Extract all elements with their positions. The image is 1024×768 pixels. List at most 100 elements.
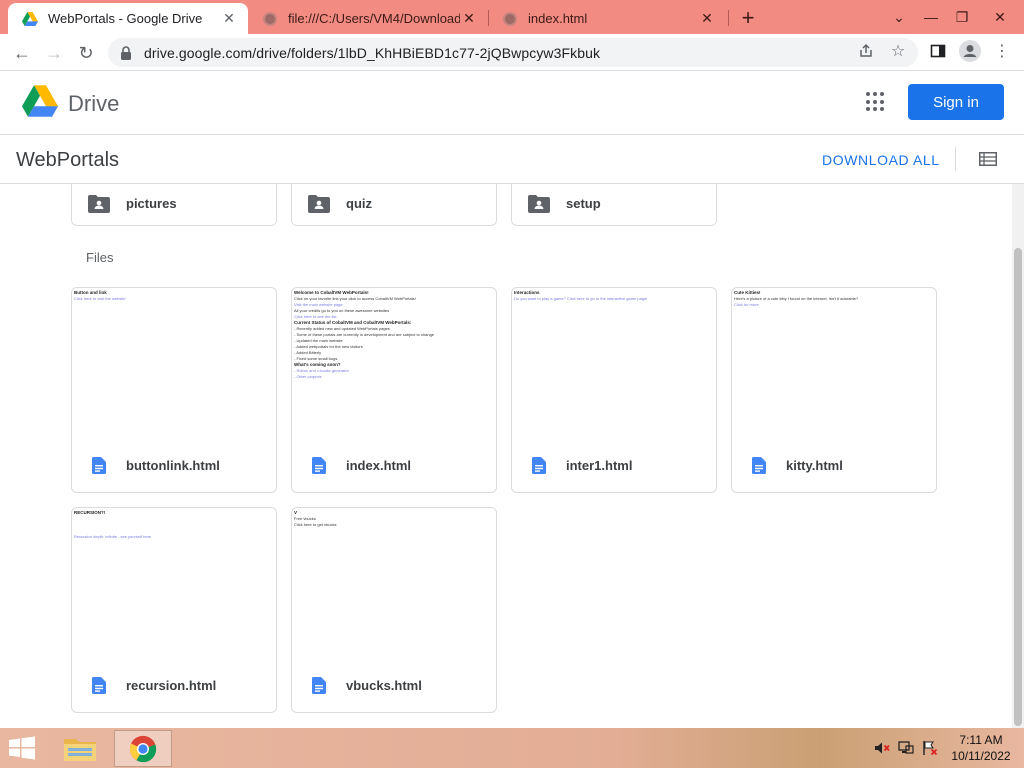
- shared-folder-icon: [308, 194, 330, 213]
- tab-index-html[interactable]: index.html ✕: [488, 3, 726, 34]
- file-name: recursion.html: [126, 677, 217, 693]
- file-preview: Button and link Click here to visit the w…: [72, 288, 276, 438]
- profile-avatar-icon[interactable]: [958, 39, 982, 63]
- document-icon: [92, 456, 106, 474]
- google-drive-logo-icon[interactable]: [22, 85, 58, 117]
- reload-icon[interactable]: ↻: [72, 39, 100, 67]
- preview-line: Recursion depth: infinite - see yourself…: [74, 534, 152, 539]
- document-icon: [312, 456, 326, 474]
- file-explorer-icon[interactable]: [62, 733, 100, 765]
- more-vert-icon[interactable]: ⋮: [990, 39, 1014, 63]
- document-icon: [532, 456, 546, 474]
- forward-arrow-icon[interactable]: →: [40, 39, 68, 67]
- windows-start-icon[interactable]: [8, 736, 38, 762]
- list-view-icon[interactable]: [979, 152, 997, 166]
- lock-icon: [120, 45, 134, 60]
- preview-line: Do you want to play a game? Click here t…: [514, 296, 648, 301]
- share-icon[interactable]: [854, 39, 878, 63]
- system-clock[interactable]: 7:11 AM 10/11/2022: [948, 732, 1014, 764]
- file-name: inter1.html: [566, 457, 633, 473]
- file-footer: buttonlink.html: [72, 438, 276, 492]
- chrome-taskbar-button[interactable]: [114, 730, 172, 767]
- shared-folder-icon: [528, 194, 550, 213]
- chrome-icon: [129, 735, 157, 762]
- file-item-buttonlink[interactable]: Button and link Click here to visit the w…: [71, 287, 277, 493]
- tab-title: file:///C:/Users/VM4/Downloads/: [288, 11, 460, 26]
- clock-date: 10/11/2022: [951, 749, 1011, 763]
- folder-item-setup[interactable]: setup: [511, 184, 717, 226]
- file-item-inter1[interactable]: Interactions Do you want to play a game? …: [511, 287, 717, 493]
- sign-in-button[interactable]: Sign in: [908, 84, 1004, 120]
- windows-taskbar: 7:11 AM 10/11/2022: [0, 728, 1024, 768]
- tab-google-drive[interactable]: WebPortals - Google Drive ✕: [8, 3, 248, 34]
- google-drive-favicon: [22, 11, 38, 27]
- close-icon[interactable]: ✕: [460, 10, 478, 28]
- folder-name: setup: [566, 196, 601, 211]
- file-name: index.html: [346, 457, 412, 473]
- document-icon: [312, 676, 326, 694]
- document-icon: [752, 456, 766, 474]
- restore-icon[interactable]: ❐: [946, 0, 978, 34]
- drive-header: Drive Sign in: [0, 71, 1024, 135]
- tab-title: WebPortals - Google Drive: [48, 11, 203, 26]
- folder-header: WebPortals DOWNLOAD ALL: [0, 135, 1024, 184]
- folder-name: pictures: [126, 196, 177, 211]
- tab-separator: [728, 10, 729, 26]
- drive-app-name[interactable]: Drive: [68, 91, 119, 117]
- speaker-muted-icon[interactable]: [874, 740, 890, 756]
- file-preview: V Free vbucks Click here to get vbucks: [292, 508, 496, 658]
- back-arrow-icon[interactable]: ←: [8, 39, 36, 67]
- preview-line: Click here to get vbucks: [294, 522, 337, 527]
- close-window-icon[interactable]: ✕: [980, 0, 1020, 34]
- file-preview: Cute Kitties! Here's a picture of a cute …: [732, 288, 936, 438]
- file-footer: recursion.html: [72, 658, 276, 712]
- file-footer: kitty.html: [732, 438, 936, 492]
- file-item-recursion[interactable]: RECURSION?! Recursion depth: infinite - …: [71, 507, 277, 713]
- file-name: vbucks.html: [346, 677, 422, 693]
- tab-strip: WebPortals - Google Drive ✕ file:///C:/U…: [0, 0, 1024, 34]
- minimize-icon[interactable]: —: [916, 0, 946, 34]
- new-tab-button[interactable]: +: [736, 5, 760, 30]
- file-item-kitty[interactable]: Cute Kitties! Here's a picture of a cute …: [731, 287, 937, 493]
- clock-time: 7:11 AM: [959, 733, 1003, 747]
- folder-name: quiz: [346, 196, 372, 211]
- network-icon[interactable]: [898, 740, 914, 756]
- browser-toolbar: ← → ↻ drive.google.com/drive/folders/1lb…: [0, 34, 1024, 71]
- preview-line: Click for more: [734, 302, 759, 307]
- url-text[interactable]: drive.google.com/drive/folders/1lbD_KhHB…: [144, 45, 600, 61]
- preview-line: Click here to visit the website: [74, 296, 126, 301]
- tab-file-downloads[interactable]: file:///C:/Users/VM4/Downloads/ ✕: [248, 3, 488, 34]
- close-icon[interactable]: ✕: [220, 10, 238, 28]
- folder-item-quiz[interactable]: quiz: [291, 184, 497, 226]
- tab-title: index.html: [528, 11, 588, 26]
- scrollbar-thumb[interactable]: [1014, 248, 1022, 726]
- globe-icon: [502, 11, 518, 27]
- google-apps-icon[interactable]: [866, 92, 886, 112]
- chevron-down-icon[interactable]: ⌄: [884, 0, 914, 34]
- file-name: kitty.html: [786, 457, 843, 473]
- file-item-vbucks[interactable]: V Free vbucks Click here to get vbucks vbu…: [291, 507, 497, 713]
- file-preview: Welcome to CobaltVM WebPortals! Click on …: [292, 288, 496, 438]
- file-footer: inter1.html: [512, 438, 716, 492]
- file-footer: vbucks.html: [292, 658, 496, 712]
- file-preview: RECURSION?! Recursion depth: infinite - …: [72, 508, 276, 658]
- close-icon[interactable]: ✕: [698, 10, 716, 28]
- action-center-flag-icon[interactable]: [922, 740, 938, 756]
- files-section-label: Files: [86, 250, 114, 265]
- document-icon: [92, 676, 106, 694]
- folder-title: WebPortals: [16, 149, 120, 171]
- side-panel-icon[interactable]: [926, 39, 950, 63]
- download-all-button[interactable]: DOWNLOAD ALL: [822, 152, 940, 168]
- folder-item-pictures[interactable]: pictures: [71, 184, 277, 226]
- address-bar[interactable]: drive.google.com/drive/folders/1lbD_KhHB…: [108, 38, 918, 67]
- file-item-index[interactable]: Welcome to CobaltVM WebPortals! Click on …: [291, 287, 497, 493]
- preview-line: - Other projects: [294, 374, 322, 379]
- file-preview: Interactions Do you want to play a game? …: [512, 288, 716, 438]
- divider: [955, 147, 956, 171]
- globe-icon: [262, 11, 278, 27]
- file-browser: pictures quiz setup Files Button and lin…: [0, 184, 1012, 728]
- shared-folder-icon: [88, 194, 110, 213]
- bookmark-star-icon[interactable]: ☆: [886, 39, 910, 63]
- vertical-scrollbar[interactable]: [1012, 184, 1024, 728]
- file-footer: index.html: [292, 438, 496, 492]
